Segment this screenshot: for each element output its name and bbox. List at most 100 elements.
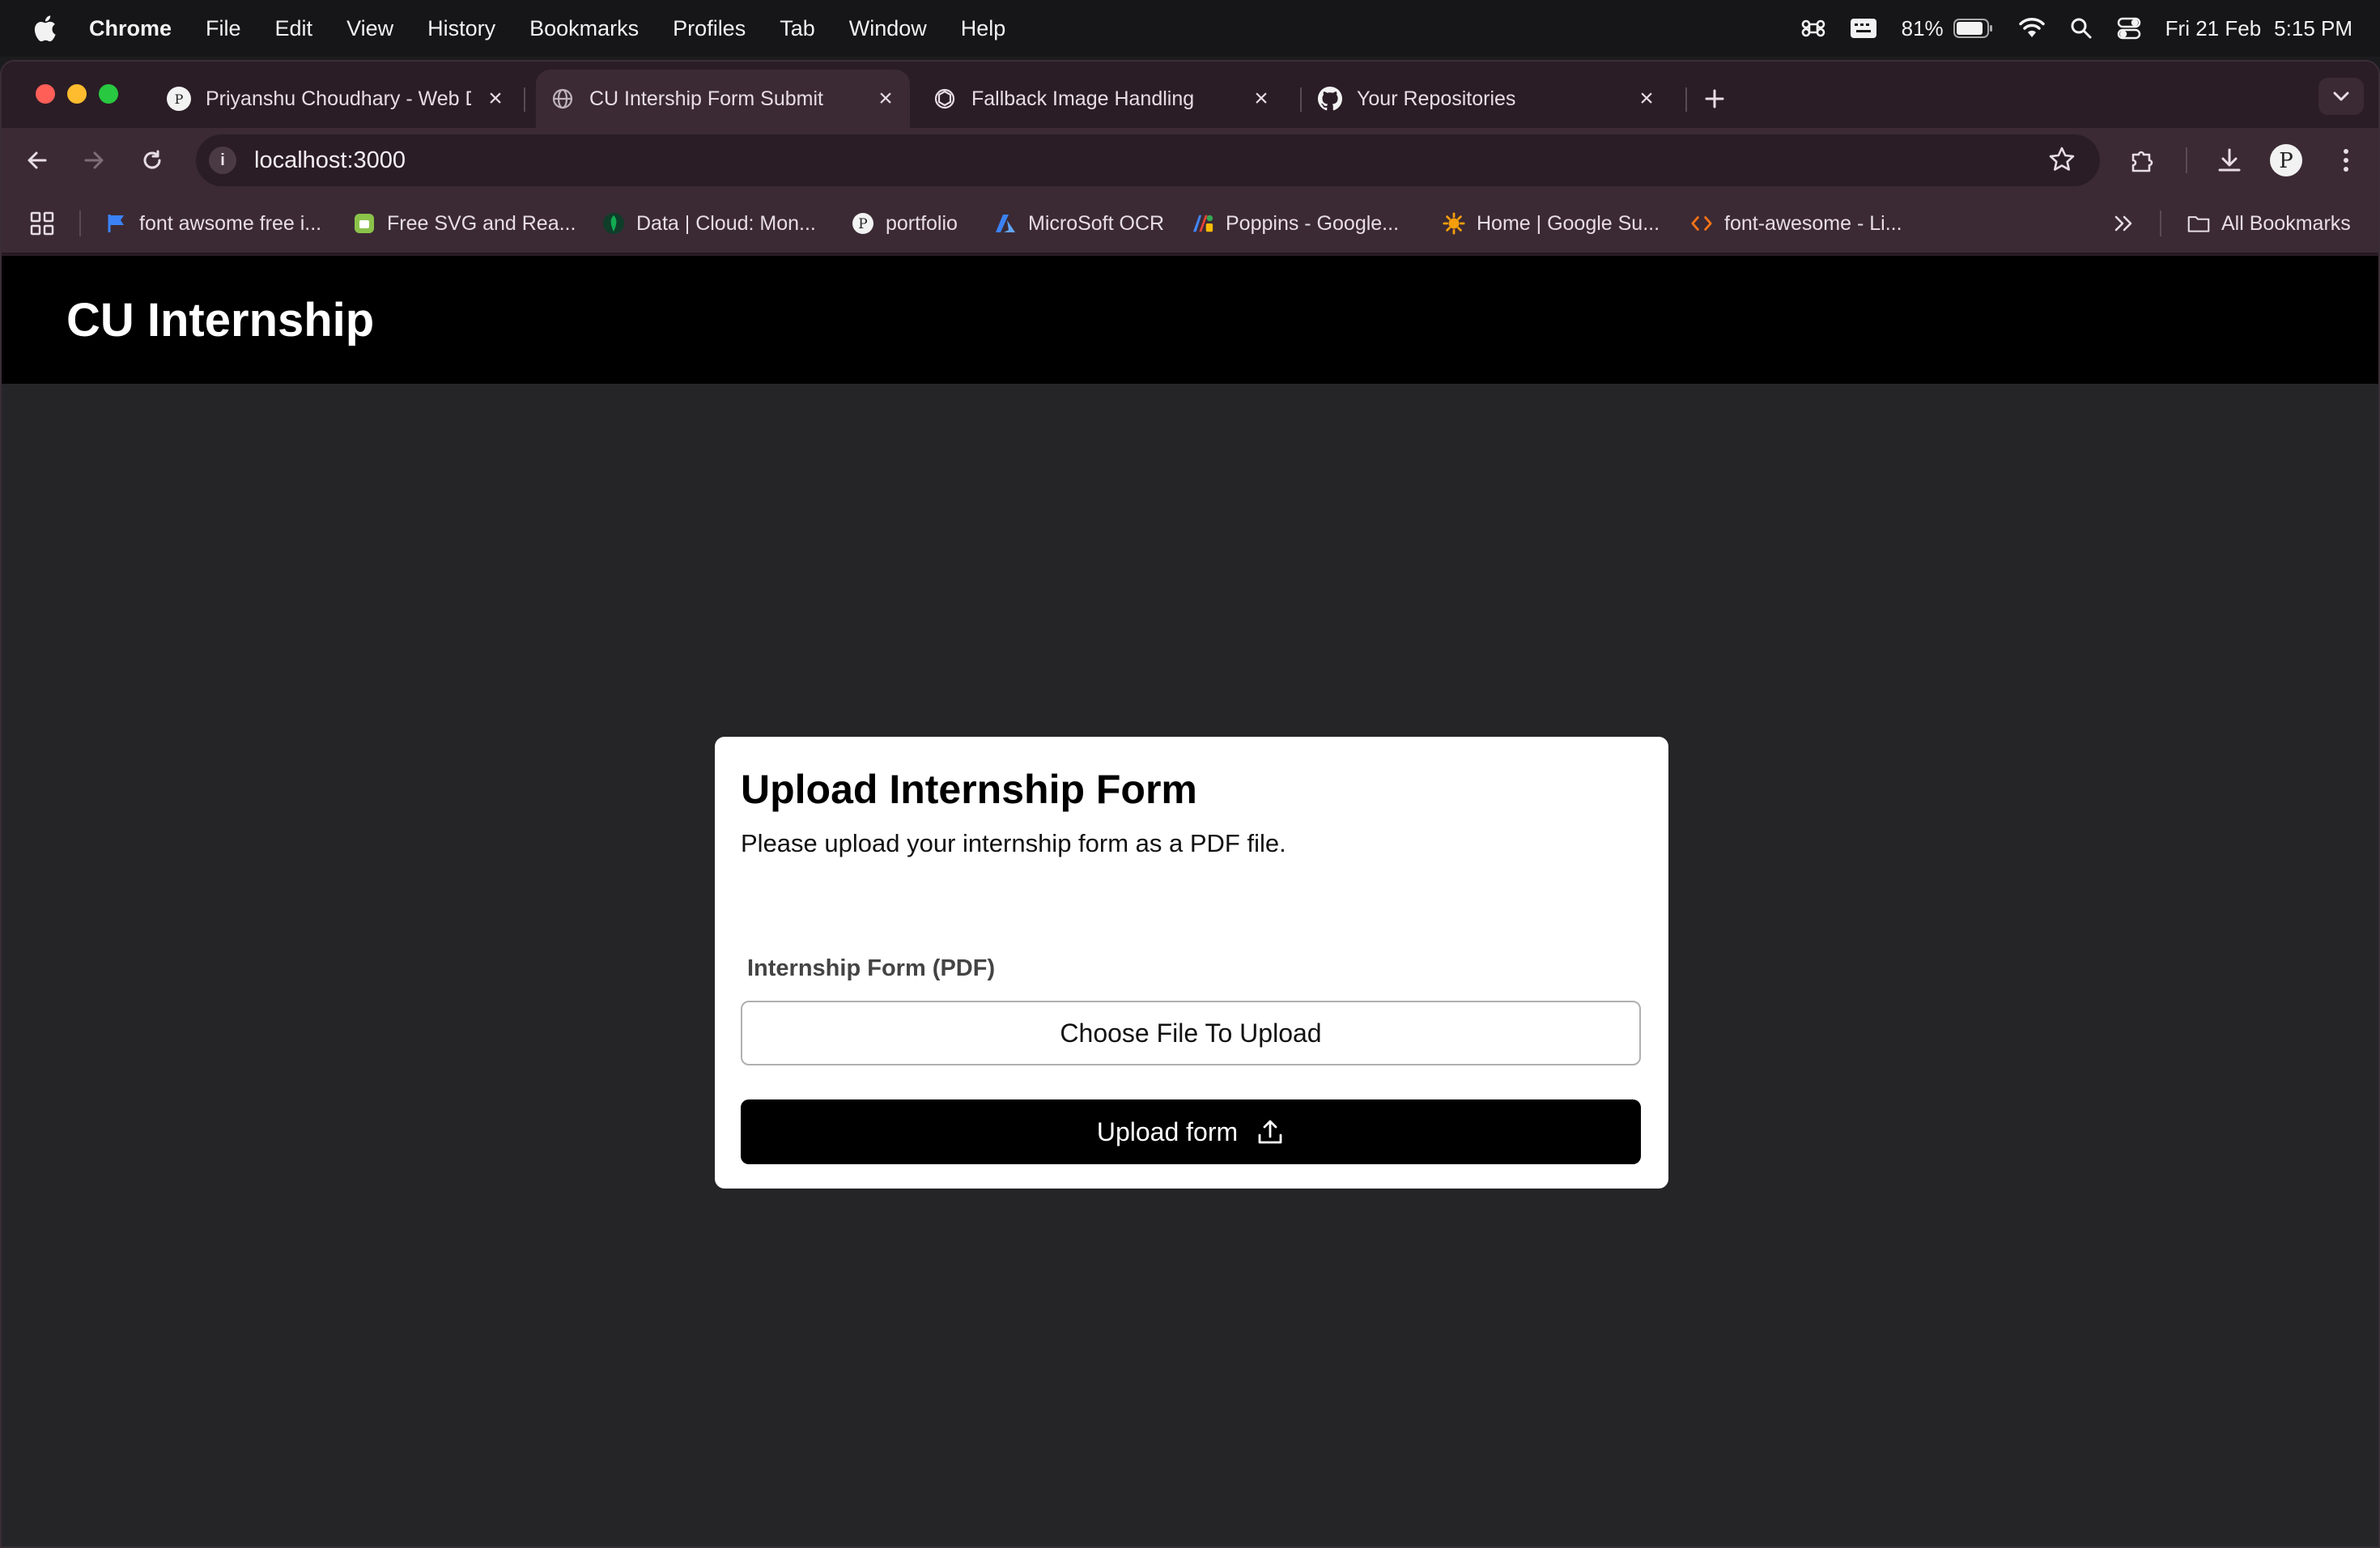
- menu-edit[interactable]: Edit: [275, 16, 313, 41]
- svg-text:P: P: [175, 91, 184, 107]
- profile-avatar-button[interactable]: P: [2268, 142, 2304, 178]
- menu-app-chrome[interactable]: Chrome: [89, 16, 172, 41]
- new-tab-button[interactable]: [1698, 83, 1731, 115]
- address-bar[interactable]: i localhost:3000: [196, 134, 2100, 186]
- upload-form-button[interactable]: Upload form: [741, 1099, 1641, 1164]
- bookmark-microsoft-ocr[interactable]: MicroSoft OCR: [994, 209, 1164, 238]
- profile-favicon-icon: P: [167, 87, 191, 111]
- battery-icon[interactable]: [1953, 19, 1994, 38]
- kebab-menu-icon: [2344, 149, 2348, 172]
- tab-separator: [1300, 87, 1302, 112]
- menu-view[interactable]: View: [346, 16, 393, 41]
- profile-avatar-icon: P: [2270, 144, 2302, 176]
- arrow-left-icon: [28, 151, 47, 169]
- tab-cu-internship-active[interactable]: CU Intership Form Submit ×: [536, 70, 910, 128]
- menu-tab[interactable]: Tab: [780, 16, 815, 41]
- tab-separator: [524, 87, 525, 112]
- bookmarks-overflow-button[interactable]: [2113, 209, 2134, 238]
- site-title: CU Internship: [66, 293, 375, 347]
- control-center-icon[interactable]: [2117, 16, 2141, 40]
- bookmark-label: Home | Google Su...: [1477, 211, 1660, 235]
- svgrepo-icon: [353, 212, 376, 235]
- bookmark-font-awesome-lib[interactable]: font-awesome - Li...: [1690, 209, 1902, 238]
- bookmark-portfolio[interactable]: P portfolio: [852, 209, 958, 238]
- bookmark-star-icon[interactable]: [2048, 146, 2076, 177]
- window-close-button[interactable]: [36, 84, 55, 104]
- choose-file-button[interactable]: Choose File To Upload: [741, 1001, 1641, 1065]
- downloads-button[interactable]: [2212, 142, 2247, 178]
- bookmark-google-sun[interactable]: Home | Google Su...: [1443, 209, 1660, 238]
- spotlight-search-icon[interactable]: [2070, 17, 2093, 40]
- menu-file[interactable]: File: [206, 16, 241, 41]
- bookmark-label: MicroSoft OCR: [1028, 211, 1165, 235]
- keyboard-brightness-icon[interactable]: [1850, 18, 1877, 39]
- tab-priyanshu[interactable]: P Priyanshu Choudhary - Web D ×: [155, 70, 520, 128]
- toolbar-divider: [2186, 147, 2187, 173]
- double-chevron-right-icon: [2114, 215, 2132, 232]
- menubar-status-area: 81% Fri 21 Feb 5:15 PM: [1801, 0, 2352, 57]
- github-favicon-icon: [1318, 87, 1342, 111]
- macos-menu-bar: Chrome File Edit View History Bookmarks …: [0, 0, 2380, 57]
- openai-favicon-icon: [933, 87, 957, 111]
- upload-form-label: Upload form: [1096, 1116, 1239, 1146]
- forward-button[interactable]: [76, 142, 112, 178]
- apple-logo-icon[interactable]: [31, 12, 58, 45]
- browser-window: P Priyanshu Choudhary - Web D × CU Inter…: [0, 60, 2380, 1548]
- tab-close-icon[interactable]: ×: [482, 85, 508, 112]
- menu-history[interactable]: History: [427, 16, 495, 41]
- svg-text:P: P: [2279, 149, 2293, 173]
- form-description: Please upload your internship form as a …: [741, 829, 1286, 857]
- google-fonts-icon: [1192, 212, 1214, 235]
- bookmark-free-svg[interactable]: Free SVG and Rea...: [353, 209, 576, 238]
- back-button[interactable]: [19, 142, 55, 178]
- command-icon[interactable]: [1801, 16, 1825, 40]
- tab-separator: [1685, 87, 1687, 112]
- tab-close-icon[interactable]: ×: [1248, 85, 1274, 112]
- bookmark-mongodb[interactable]: Data | Cloud: Mon...: [602, 209, 816, 238]
- tab-strip: P Priyanshu Choudhary - Web D × CU Inter…: [2, 62, 2378, 128]
- apps-grid-button[interactable]: [29, 209, 55, 238]
- download-icon: [2218, 148, 2241, 172]
- tab-search-button[interactable]: [2318, 78, 2364, 115]
- chrome-menu-button[interactable]: [2328, 142, 2364, 178]
- tab-title: CU Intership Form Submit: [589, 87, 823, 110]
- battery-percent: 81%: [1901, 15, 1944, 40]
- svg-text:P: P: [858, 216, 867, 232]
- apps-grid-icon: [30, 211, 54, 236]
- reload-icon: [143, 150, 161, 169]
- wifi-icon[interactable]: [2018, 18, 2046, 39]
- menu-window[interactable]: Window: [849, 16, 927, 41]
- bookmark-font-awsome[interactable]: font awsome free i...: [105, 209, 321, 238]
- google-sun-icon: [1443, 212, 1465, 235]
- bookmark-poppins[interactable]: Poppins - Google...: [1192, 209, 1399, 238]
- file-field-label: Internship Form (PDF): [747, 955, 996, 981]
- tab-title: Fallback Image Handling: [971, 87, 1195, 110]
- window-minimize-button[interactable]: [67, 84, 87, 104]
- globe-favicon-icon: [550, 87, 575, 111]
- menubar-date[interactable]: Fri 21 Feb: [2165, 16, 2262, 41]
- chevron-down-icon: [2333, 91, 2349, 101]
- form-title: Upload Internship Form: [741, 767, 1197, 812]
- address-url[interactable]: localhost:3000: [254, 147, 406, 174]
- tab-fallback-image[interactable]: Fallback Image Handling ×: [921, 70, 1286, 128]
- tab-title: Your Repositories: [1357, 87, 1516, 110]
- reload-button[interactable]: [134, 142, 170, 178]
- tab-your-repositories[interactable]: Your Repositories ×: [1307, 70, 1671, 128]
- menu-bookmarks[interactable]: Bookmarks: [529, 16, 639, 41]
- menu-help[interactable]: Help: [961, 16, 1006, 41]
- window-zoom-button[interactable]: [99, 84, 118, 104]
- upload-form-card: Upload Internship Form Please upload you…: [715, 737, 1668, 1189]
- bookmark-label: portfolio: [886, 211, 958, 235]
- tab-close-icon[interactable]: ×: [873, 85, 899, 112]
- bookmarks-divider: [79, 211, 81, 236]
- tab-title: Priyanshu Choudhary - Web D: [206, 87, 471, 110]
- bookmark-label: Poppins - Google...: [1226, 211, 1400, 235]
- menu-profiles[interactable]: Profiles: [673, 16, 746, 41]
- menubar-time[interactable]: 5:15 PM: [2274, 16, 2352, 41]
- azure-icon: [994, 212, 1017, 235]
- mongodb-leaf-icon: [602, 212, 625, 235]
- all-bookmarks-button[interactable]: All Bookmarks: [2187, 209, 2351, 238]
- tab-close-icon[interactable]: ×: [1634, 85, 1660, 112]
- site-info-icon[interactable]: i: [209, 147, 236, 174]
- extensions-button[interactable]: [2124, 142, 2160, 178]
